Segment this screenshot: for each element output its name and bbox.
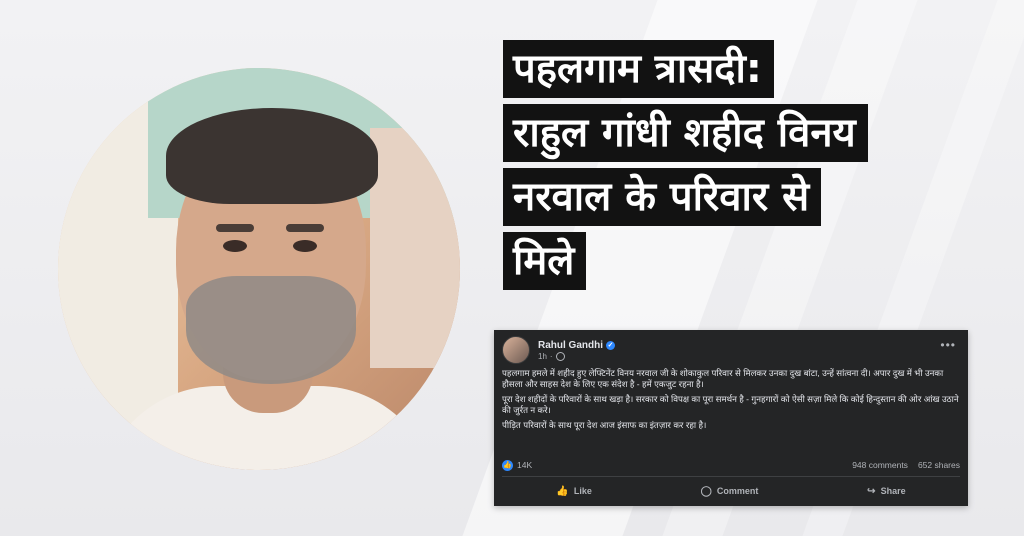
divider — [502, 476, 960, 477]
post-paragraph: पूरा देश शहीदों के परिवारों के साथ खड़ा … — [502, 394, 959, 415]
photo-eye — [223, 240, 247, 252]
headline-line: मिले — [503, 232, 587, 290]
comment-button-label: Comment — [716, 486, 759, 496]
photo-eyebrow — [286, 224, 324, 232]
comment-button[interactable]: ◯ Comment — [691, 483, 769, 500]
headline-line: पहलगाम त्रासदी: — [503, 40, 774, 98]
share-count[interactable]: 652 shares — [918, 460, 960, 470]
comment-icon: ◯ — [700, 485, 712, 497]
photo-background — [370, 128, 460, 368]
reaction-summary[interactable]: 👍 14K — [502, 459, 532, 471]
share-icon: ↪ — [867, 485, 876, 497]
globe-icon — [555, 351, 565, 361]
thumbs-up-icon: 👍 — [556, 485, 569, 497]
headline-line: राहुल गांधी शहीद विनय — [503, 104, 868, 162]
portrait-photo — [58, 68, 460, 470]
headline-line: नरवाल के परिवार से — [503, 168, 822, 226]
verified-badge-icon: ✓ — [606, 340, 615, 350]
post-paragraph: पहलगाम हमले में शहीद हुए लेफ्टिनेंट विनय… — [502, 368, 944, 389]
post-author-block: Rahul Gandhi ✓ 1h · — [538, 340, 615, 361]
post-meta: 1h · — [538, 351, 615, 361]
photo-hair — [166, 108, 378, 204]
like-count[interactable]: 14K — [517, 460, 532, 470]
post-body: पहलगाम हमले में शहीद हुए लेफ्टिनेंट विनय… — [502, 368, 960, 435]
post-action-bar: 👍 Like ◯ Comment ↪ Share — [502, 480, 960, 502]
like-button-label: Like — [573, 486, 592, 496]
avatar[interactable] — [502, 336, 530, 364]
post-author[interactable]: Rahul Gandhi ✓ — [538, 340, 615, 351]
post-header: Rahul Gandhi ✓ 1h · — [502, 336, 615, 364]
headline: पहलगाम त्रासदी: राहुल गांधी शहीद विनय नर… — [503, 40, 1003, 296]
photo-eyebrow — [216, 224, 254, 232]
engagement-counts: 948 comments 652 shares — [852, 460, 960, 470]
like-button[interactable]: 👍 Like — [546, 483, 601, 500]
comment-count[interactable]: 948 comments — [852, 460, 908, 470]
post-timestamp[interactable]: 1h — [538, 352, 547, 361]
like-reaction-icon: 👍 — [502, 459, 513, 471]
photo-beard — [186, 276, 356, 384]
dot-separator: · — [549, 351, 553, 361]
post-stats: 👍 14K 948 comments 652 shares — [502, 458, 960, 472]
facebook-post-card: Rahul Gandhi ✓ 1h · ••• पहलगाम हमले में … — [494, 330, 968, 506]
photo-eye — [293, 240, 317, 252]
more-options-icon[interactable]: ••• — [940, 338, 956, 352]
share-button-label: Share — [880, 486, 906, 496]
post-paragraph: पीड़ित परिवारों के साथ पूरा देश आज इंसाफ… — [502, 420, 707, 430]
post-author-name[interactable]: Rahul Gandhi — [538, 340, 603, 351]
share-button[interactable]: ↪ Share — [857, 483, 915, 500]
